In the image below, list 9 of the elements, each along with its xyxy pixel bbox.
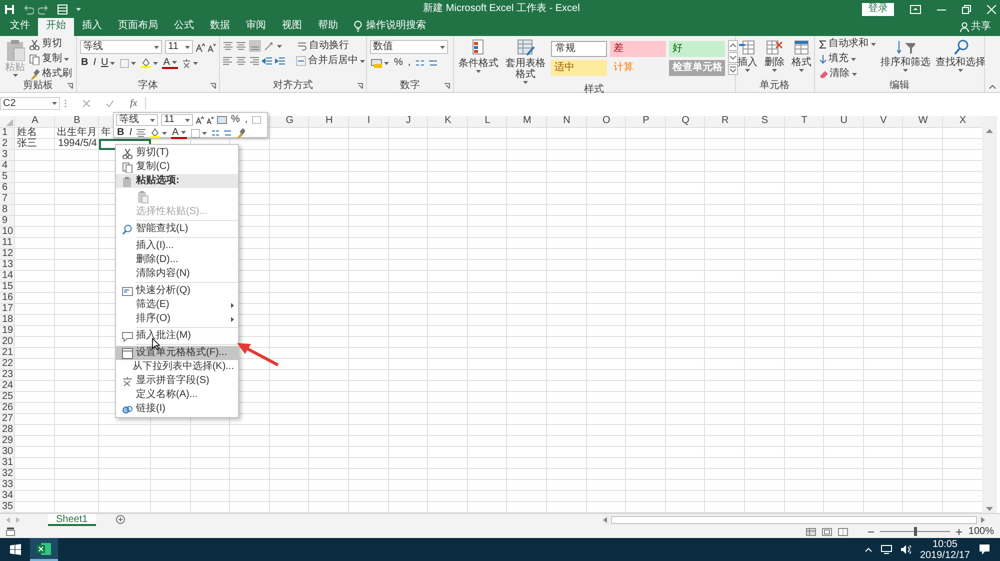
menu-section-header: 粘贴选项: [116,174,238,188]
group-label: 剪贴板 [23,80,53,92]
group-label: 字体 [138,80,158,92]
group-label: 对齐方式 [273,80,313,92]
group-label: 样式 [584,84,604,96]
window-title: 新建 Microsoft Excel 工作表 - Excel [422,3,581,15]
group-label: 编辑 [889,80,910,92]
group-label: 单元格 [760,80,790,92]
group-label: 数字 [400,80,420,92]
